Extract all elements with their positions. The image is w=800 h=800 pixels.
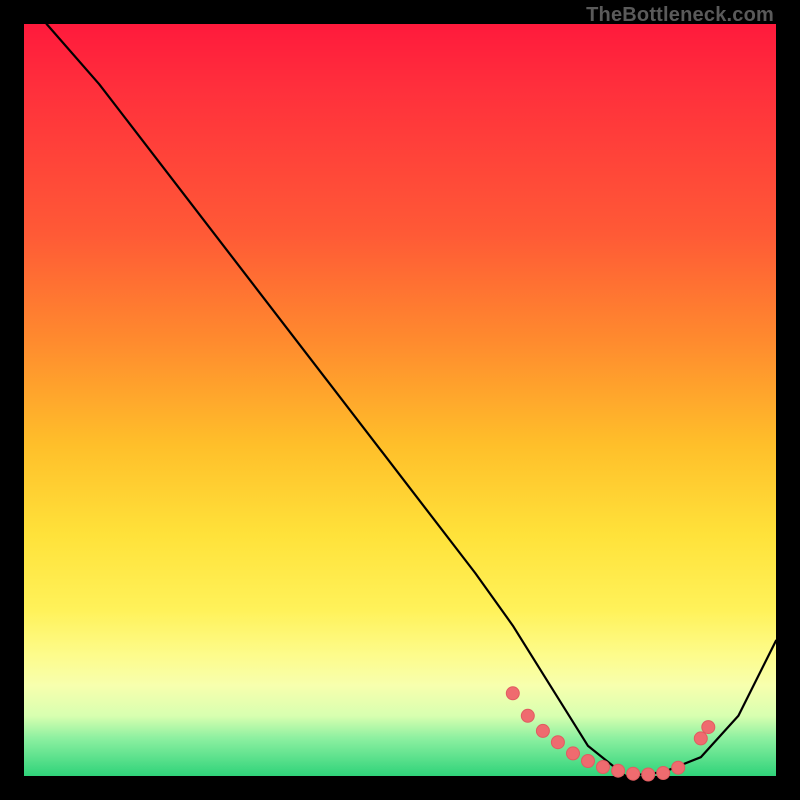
curve-layer bbox=[24, 24, 776, 776]
marker-dot bbox=[702, 721, 715, 734]
marker-dot bbox=[657, 767, 670, 780]
marker-dot bbox=[521, 709, 534, 722]
marker-dot bbox=[506, 687, 519, 700]
marker-dot bbox=[536, 724, 549, 737]
marker-dot bbox=[597, 761, 610, 774]
marker-dot bbox=[551, 736, 564, 749]
marker-dot bbox=[567, 747, 580, 760]
chart-frame: TheBottleneck.com bbox=[0, 0, 800, 800]
marker-dot bbox=[672, 761, 685, 774]
marker-dot bbox=[642, 768, 655, 781]
marker-dot bbox=[627, 767, 640, 780]
marker-dot bbox=[694, 732, 707, 745]
marker-dot bbox=[582, 755, 595, 768]
marker-dot bbox=[612, 764, 625, 777]
bottleneck-curve bbox=[47, 24, 776, 776]
curve-markers bbox=[506, 687, 715, 781]
gradient-plot-area bbox=[24, 24, 776, 776]
